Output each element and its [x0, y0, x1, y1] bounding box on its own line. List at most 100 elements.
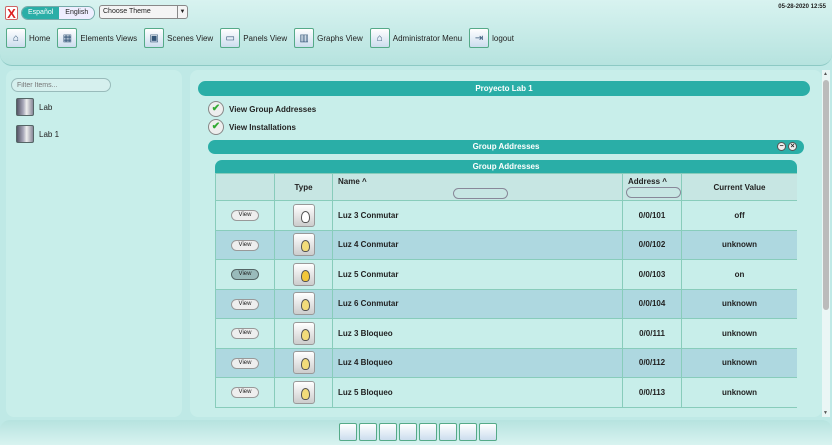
admin-icon[interactable]: [479, 423, 497, 441]
theme-select-label: Choose Theme: [103, 8, 151, 15]
toggle-label: View Installations: [229, 122, 296, 132]
scroll-up-icon[interactable]: ▲: [823, 71, 828, 77]
view-button[interactable]: View: [231, 387, 259, 399]
address-cell: 0/0/103: [622, 259, 682, 290]
name-cell: Luz 5 Bloqueo: [332, 377, 623, 408]
panels-icon[interactable]: [399, 423, 417, 441]
col-name[interactable]: Name ^: [332, 173, 623, 201]
nav-home[interactable]: ⌂ Home: [6, 28, 50, 48]
graphs-icon: ▥: [294, 28, 315, 48]
home-icon: ⌂: [6, 28, 26, 48]
nav-label: Home: [29, 33, 51, 43]
home-icon[interactable]: [339, 423, 357, 441]
scrollbar-thumb[interactable]: [823, 80, 829, 310]
view-group-addresses-toggle[interactable]: ✔ View Group Addresses: [208, 101, 316, 117]
name-filter-input[interactable]: [452, 188, 508, 199]
lang-espanol-button[interactable]: Español: [22, 7, 60, 19]
table-row: View Luz 6 Conmutar 0/0/104 unknown: [215, 288, 797, 319]
name-cell: Luz 5 Conmutar: [332, 259, 623, 290]
name-cell: Luz 3 Bloqueo: [332, 318, 623, 349]
building-icon[interactable]: [439, 423, 457, 441]
group-addresses-bar-title: Group Addresses: [472, 142, 540, 151]
scrollbar[interactable]: ▲ ▼: [822, 70, 830, 417]
col-address[interactable]: Address ^: [622, 173, 682, 201]
type-cell: [274, 200, 333, 231]
nav-logout[interactable]: ⇥ logout: [469, 28, 514, 48]
address-cell: 0/0/104: [622, 288, 682, 319]
table-row: View Luz 4 Conmutar 0/0/102 unknown: [215, 229, 797, 260]
nav-label: Scenes View: [167, 33, 214, 43]
current-value-cell: unknown: [681, 347, 797, 378]
address-filter-input[interactable]: [626, 187, 681, 198]
view-button[interactable]: View: [231, 298, 259, 310]
view-button[interactable]: View: [231, 210, 259, 222]
lang-english-button[interactable]: English: [59, 7, 95, 19]
check-icon: ✔: [208, 119, 224, 135]
close-icon[interactable]: ×: [788, 142, 797, 151]
col-type: Type: [274, 173, 333, 201]
main-nav: ⌂ Home ▦ Elements Views ▣ Scenes View ▭ Pane…: [6, 27, 521, 49]
type-cell: [274, 377, 333, 408]
view-installations-toggle[interactable]: ✔ View Installations: [208, 119, 296, 135]
col-address-label: Address: [628, 177, 661, 186]
scenes-icon: ▣: [144, 28, 165, 48]
view-cell: View: [215, 347, 275, 378]
building-icon: [16, 98, 34, 116]
sidebar-item-label: Lab: [39, 102, 53, 112]
view-cell: View: [215, 229, 275, 260]
nav-panels-view[interactable]: ▭ Panels View: [220, 28, 287, 48]
view-button[interactable]: View: [231, 269, 259, 281]
nav-elements-views[interactable]: ▦ Elements Views: [57, 28, 137, 48]
project-title: Proyecto Lab 1: [198, 81, 810, 96]
sidebar-item-label: Lab 1: [39, 129, 60, 139]
sidebar-item-lab-1[interactable]: Lab 1: [16, 125, 59, 143]
light-bulb-icon: [292, 203, 315, 227]
scroll-down-icon[interactable]: ▼: [823, 410, 828, 416]
view-button[interactable]: View: [231, 328, 259, 340]
toggle-label: View Group Addresses: [229, 104, 317, 114]
group-addresses-bar: Group Addresses − ×: [208, 140, 804, 154]
datetime-label: 05-28-2020 12:55: [778, 4, 826, 10]
language-switch: Español English: [21, 6, 96, 20]
current-value-cell: unknown: [681, 288, 797, 319]
name-cell: Luz 3 Conmutar: [332, 200, 623, 231]
table-row: View Luz 4 Bloqueo 0/0/112 unknown: [215, 347, 797, 378]
type-cell: [274, 259, 333, 290]
view-button[interactable]: View: [231, 357, 259, 369]
view-button[interactable]: View: [231, 239, 259, 251]
close-icon[interactable]: X: [5, 6, 18, 20]
type-cell: [274, 347, 333, 378]
footer-nav: [339, 423, 499, 441]
current-value-cell: unknown: [681, 377, 797, 408]
check-icon: ✔: [208, 101, 224, 117]
table-body: View Luz 3 Conmutar 0/0/101 off View Luz 4 Co…: [215, 200, 797, 408]
group-addresses-table: Group Addresses Type Name ^ Address ^ Cu…: [215, 160, 797, 417]
building-icon: [16, 125, 34, 143]
filter-input[interactable]: [11, 78, 111, 92]
graphs-icon[interactable]: [419, 423, 437, 441]
nav-graphs-view[interactable]: ▥ Graphs View: [294, 28, 363, 48]
nav-label: Elements Views: [80, 33, 138, 43]
table-row: View Luz 3 Bloqueo 0/0/111 unknown: [215, 318, 797, 349]
chevron-down-icon[interactable]: ▼: [177, 6, 187, 18]
admin-icon: ⌂: [369, 28, 390, 48]
type-cell: [274, 288, 333, 319]
sort-icon: ^: [362, 177, 367, 186]
nav-scenes-view[interactable]: ▣ Scenes View: [144, 28, 213, 48]
elements-icon[interactable]: [359, 423, 377, 441]
nav-admin-menu[interactable]: ⌂ Administrator Menu: [369, 28, 462, 48]
name-cell: Luz 4 Bloqueo: [332, 347, 623, 378]
scenes-icon[interactable]: [379, 423, 397, 441]
gallery-icon[interactable]: [459, 423, 477, 441]
sidebar-item-lab[interactable]: Lab: [16, 98, 52, 116]
main-panel: Proyecto Lab 1 ✔ View Group Addresses ✔ Vi…: [190, 70, 822, 417]
light-bulb-icon: [292, 321, 315, 345]
minimize-icon[interactable]: −: [777, 142, 786, 151]
nav-label: logout: [492, 33, 514, 43]
current-value-cell: on: [681, 259, 797, 290]
current-value-cell: unknown: [681, 229, 797, 260]
col-current-value: Current Value: [681, 173, 797, 201]
theme-select[interactable]: Choose Theme ▼: [99, 5, 188, 19]
view-cell: View: [215, 377, 275, 408]
light-bulb-icon: [292, 233, 315, 257]
